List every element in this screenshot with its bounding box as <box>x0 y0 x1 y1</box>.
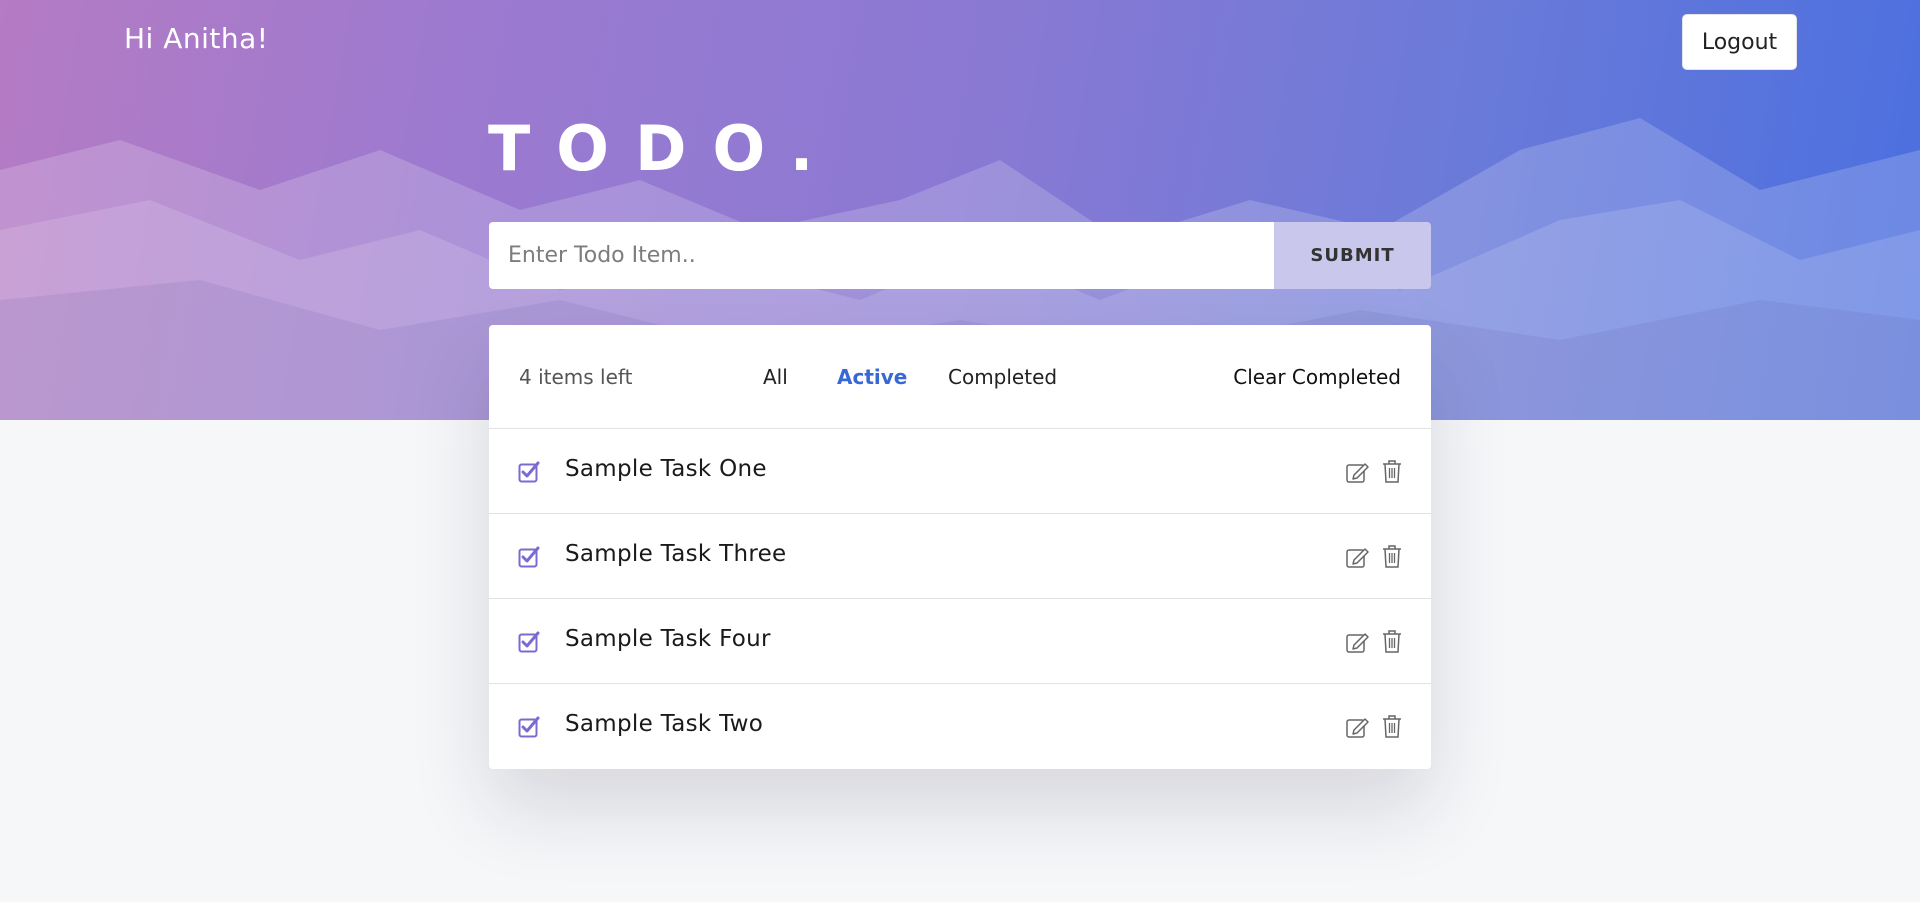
edit-icon[interactable] <box>1346 631 1370 653</box>
items-left-count: 4 items left <box>519 365 633 389</box>
clear-completed-button[interactable]: Clear Completed <box>1233 365 1401 389</box>
edit-icon[interactable] <box>1346 546 1370 568</box>
task-text: Sample Task Three <box>565 541 787 567</box>
list-item: Sample Task Three <box>489 514 1431 599</box>
trash-icon[interactable] <box>1382 714 1402 738</box>
checkbox-checked-icon[interactable] <box>518 461 540 483</box>
list-item: Sample Task One <box>489 429 1431 514</box>
submit-button[interactable]: SUBMIT <box>1274 222 1431 289</box>
trash-icon[interactable] <box>1382 459 1402 483</box>
edit-icon[interactable] <box>1346 716 1370 738</box>
checkbox-checked-icon[interactable] <box>518 716 540 738</box>
greeting-text: Hi Anitha! <box>124 22 269 55</box>
trash-icon[interactable] <box>1382 629 1402 653</box>
checkbox-checked-icon[interactable] <box>518 546 540 568</box>
todo-input[interactable] <box>489 222 1274 289</box>
filter-completed[interactable]: Completed <box>948 365 1057 389</box>
trash-icon[interactable] <box>1382 544 1402 568</box>
app-title: TODO. <box>488 112 840 185</box>
todo-entry-form: SUBMIT <box>489 222 1431 289</box>
task-text: Sample Task Two <box>565 711 764 737</box>
filter-all[interactable]: All <box>763 365 788 389</box>
edit-icon[interactable] <box>1346 461 1370 483</box>
list-header: 4 items left All Active Completed Clear … <box>489 325 1431 429</box>
checkbox-checked-icon[interactable] <box>518 631 540 653</box>
task-text: Sample Task One <box>565 456 767 482</box>
todo-list-card: 4 items left All Active Completed Clear … <box>489 325 1431 769</box>
list-item: Sample Task Two <box>489 684 1431 769</box>
task-text: Sample Task Four <box>565 626 771 652</box>
filter-active[interactable]: Active <box>837 365 907 389</box>
list-item: Sample Task Four <box>489 599 1431 684</box>
logout-button[interactable]: Logout <box>1682 14 1797 70</box>
